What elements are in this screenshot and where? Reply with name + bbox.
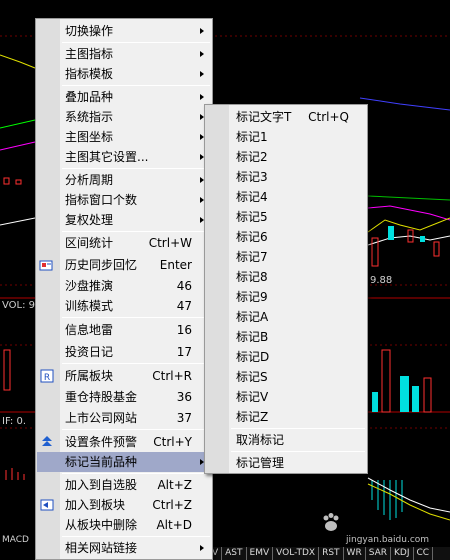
vol-label: VOL: 9 [2, 300, 36, 311]
if-label: IF: 0. [2, 416, 27, 427]
indicator-tab[interactable]: SAR [366, 547, 391, 560]
indicator-tab[interactable]: KDJ [391, 547, 414, 560]
submenu-arrow-icon [200, 94, 204, 100]
menu-item-heavy-holding-funds[interactable]: 重仓持股基金 36 [60, 387, 212, 407]
submenu-arrow-icon [200, 51, 204, 57]
submenu-item-mark-b[interactable]: 标记B [229, 327, 367, 347]
submenu-item-mark-7[interactable]: 标记7 [229, 247, 367, 267]
alert-icon [42, 436, 52, 446]
menu-separator [62, 168, 210, 169]
menu-item-belonging-sector[interactable]: 所属板块 Ctrl+R [60, 366, 212, 386]
submenu-item-mark-z[interactable]: 标记Z [229, 407, 367, 427]
indicator-tab[interactable]: WR [344, 547, 366, 560]
menu-separator [62, 363, 210, 364]
svg-text:R: R [44, 373, 50, 383]
menu-item-remove-from-sector[interactable]: 从板块中删除 Alt+D [60, 515, 212, 535]
menu-item-rights-adjustment[interactable]: 复权处理 [60, 210, 212, 230]
menu-separator [62, 231, 210, 232]
menu-separator [231, 428, 365, 429]
watermark: jingyan.baidu.com [320, 512, 448, 546]
indicator-tab[interactable]: EMV [247, 547, 274, 560]
menu-item-related-links[interactable]: 相关网站链接 [60, 538, 212, 558]
price-label: 9.88 [370, 275, 393, 286]
menu-item-listed-company-site[interactable]: 上市公司网站 37 [60, 408, 212, 428]
submenu-arrow-icon [200, 28, 204, 34]
submenu-item-mark-2[interactable]: 标记2 [229, 147, 367, 167]
menu-item-main-other-settings[interactable]: 主图其它设置... [60, 147, 212, 167]
menu-separator [62, 429, 210, 430]
submenu-item-mark-management[interactable]: 标记管理 [229, 453, 367, 473]
submenu-item-mark-6[interactable]: 标记6 [229, 227, 367, 247]
submenu-arrow-icon [200, 71, 204, 77]
menu-item-mark-current[interactable]: 标记当前品种 [37, 452, 212, 472]
menu-item-range-statistics[interactable]: 区间统计 Ctrl+W [60, 233, 212, 253]
menu-item-indicator-window-count[interactable]: 指标窗口个数 [60, 190, 212, 210]
menu-item-add-to-watchlist[interactable]: 加入到自选股 Alt+Z [60, 475, 212, 495]
menu-item-analysis-period[interactable]: 分析周期 [60, 170, 212, 190]
history-sync-icon [39, 260, 53, 271]
submenu-item-mark-1[interactable]: 标记1 [229, 127, 367, 147]
menu-item-set-alert[interactable]: 设置条件预警 Ctrl+Y [60, 432, 212, 452]
add-to-sector-icon [40, 499, 54, 511]
sector-icon: R [40, 369, 54, 383]
submenu-item-mark-9[interactable]: 标记9 [229, 287, 367, 307]
menu-item-main-axis[interactable]: 主图坐标 [60, 127, 212, 147]
macd-label: MACD [2, 535, 29, 545]
menu-item-main-indicator[interactable]: 主图指标 [60, 44, 212, 64]
menu-item-system-indicator[interactable]: 系统指示 [60, 107, 212, 127]
context-menu: 切换操作 主图指标 指标模板 叠加品种 系统指示 主图坐标 主图其它设置... … [35, 18, 213, 560]
submenu-item-mark-5[interactable]: 标记5 [229, 207, 367, 227]
menu-separator [62, 42, 210, 43]
indicator-tab[interactable]: CC [414, 547, 434, 560]
submenu-item-cancel-mark[interactable]: 取消标记 [229, 430, 367, 450]
watermark-text: jingyan.baidu.com [346, 535, 430, 545]
indicator-tab[interactable]: RST [319, 547, 344, 560]
menu-item-investment-diary[interactable]: 投资日记 17 [60, 342, 212, 362]
menu-separator [62, 317, 210, 318]
menu-item-overlay-symbol[interactable]: 叠加品种 [60, 87, 212, 107]
menu-item-info-mine[interactable]: 信息地雷 16 [60, 320, 212, 340]
indicator-tab[interactable]: VOL-TDX [273, 547, 320, 560]
mark-submenu: 标记文字T Ctrl+Q 标记1 标记2 标记3 标记4 标记5 标记6 标记7 … [204, 104, 368, 474]
submenu-item-mark-a[interactable]: 标记A [229, 307, 367, 327]
menu-item-add-to-sector[interactable]: 加入到板块 Ctrl+Z [60, 495, 212, 515]
submenu-item-mark-4[interactable]: 标记4 [229, 187, 367, 207]
menu-separator [62, 536, 210, 537]
indicator-tab[interactable]: AST [222, 547, 247, 560]
menu-separator [231, 451, 365, 452]
submenu-item-mark-text[interactable]: 标记文字T Ctrl+Q [229, 107, 367, 127]
baidu-paw-logo [323, 513, 339, 531]
submenu-arrow-icon [200, 545, 204, 551]
menu-separator [62, 85, 210, 86]
menu-item-sandbox-deduction[interactable]: 沙盘推演 46 [60, 276, 212, 296]
indicator-tab-bar: OBV AST EMV VOL-TDX RST WR SAR KDJ CC [196, 547, 450, 560]
menu-item-training-mode[interactable]: 训练模式 47 [60, 296, 212, 316]
submenu-item-mark-d[interactable]: 标记D [229, 347, 367, 367]
menu-separator [62, 473, 210, 474]
submenu-item-mark-v[interactable]: 标记V [229, 387, 367, 407]
menu-item-switch-operation[interactable]: 切换操作 [60, 21, 212, 41]
submenu-item-mark-8[interactable]: 标记8 [229, 267, 367, 287]
menu-item-indicator-template[interactable]: 指标模板 [60, 64, 212, 84]
menu-item-history-sync[interactable]: 历史同步回忆 Enter [60, 255, 212, 275]
submenu-item-mark-s[interactable]: 标记S [229, 367, 367, 387]
submenu-item-mark-3[interactable]: 标记3 [229, 167, 367, 187]
